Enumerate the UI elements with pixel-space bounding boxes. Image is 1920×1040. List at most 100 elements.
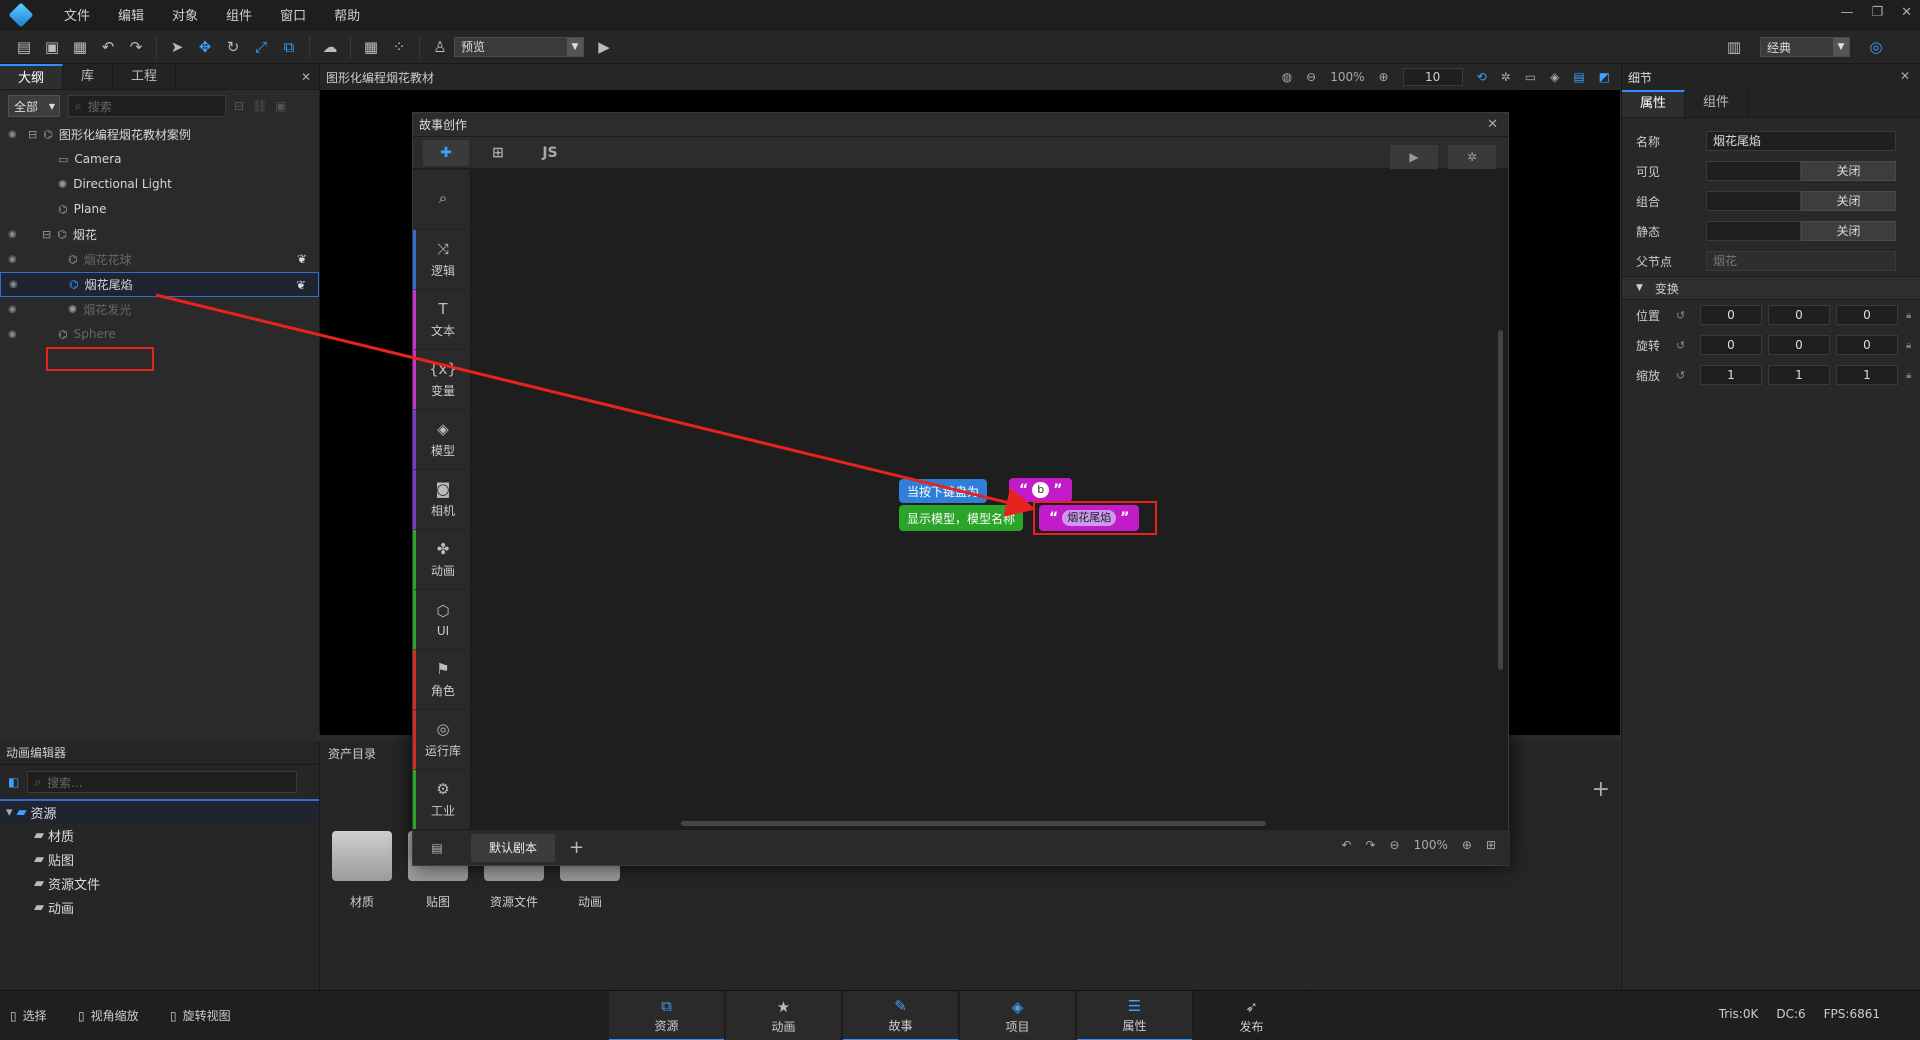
tree-row-plane[interactable]: ⌬ Plane	[0, 197, 319, 222]
add-script-icon[interactable]: +	[569, 837, 584, 858]
bottom-tab-resources[interactable]: ⧉ 资源	[609, 991, 725, 1040]
move-tool-icon[interactable]: ✥	[191, 34, 219, 60]
transform-section-header[interactable]: ▼ 变换	[1622, 276, 1920, 300]
toggle-off-segment[interactable]: 关闭	[1801, 221, 1896, 241]
lock-icon[interactable]: 🔒︎	[1906, 340, 1911, 351]
palette-industry[interactable]: ⚙ 工业	[413, 770, 470, 830]
palette-ui[interactable]: ⬡ UI	[413, 590, 470, 650]
close-icon[interactable]: ✕	[301, 64, 319, 89]
menu-component[interactable]: 组件	[226, 5, 252, 24]
tree-row-firework-tail[interactable]: ◉ ⌬ 烟花尾焰 ❦	[0, 272, 319, 297]
play-icon[interactable]: ▶	[590, 34, 618, 60]
horizontal-scrollbar[interactable]	[681, 821, 1266, 826]
grid-icon[interactable]: ▦	[357, 34, 385, 60]
lock-icon[interactable]: 🔒︎	[1906, 310, 1911, 321]
reset-icon[interactable]: ↺	[1676, 309, 1700, 322]
rotation-z-input[interactable]: 0	[1836, 335, 1898, 355]
debug-icon[interactable]: ✲	[1448, 145, 1496, 169]
layer-icon[interactable]: ▤	[1573, 70, 1584, 84]
script-tab-default[interactable]: 默认剧本	[471, 833, 556, 862]
scale-z-input[interactable]: 1	[1836, 365, 1898, 385]
collapse-toggle-icon[interactable]: ⊟	[42, 228, 51, 241]
tree-row-root[interactable]: ◉ ⊟ ⌬ 图形化编程烟花教材案例	[0, 122, 319, 147]
tree-row-fireworks[interactable]: ◉ ⊟ ⌬ 烟花	[0, 222, 319, 247]
zoom-in-icon[interactable]: ⊕	[1462, 838, 1472, 852]
select-tool-icon[interactable]: ➤	[163, 34, 191, 60]
bottom-tab-project[interactable]: ◈ 项目	[960, 991, 1076, 1040]
palette-character[interactable]: ⚑ 角色	[413, 650, 470, 710]
visibility-eye-icon[interactable]: ◉	[8, 129, 17, 140]
rotation-x-input[interactable]: 0	[1700, 335, 1762, 355]
restore-icon[interactable]: ❐	[1871, 5, 1883, 20]
gear-icon[interactable]: ✲	[1501, 70, 1511, 84]
gizmo-icon[interactable]: ◩	[1599, 70, 1610, 84]
lock-icon[interactable]: 🔒︎	[1906, 370, 1911, 381]
zoom-out-icon[interactable]: ⊖	[1306, 70, 1316, 84]
menu-file[interactable]: 文件	[64, 5, 90, 24]
tree-row-camera[interactable]: ▭ Camera	[0, 147, 319, 172]
redo-icon[interactable]: ↷	[1365, 838, 1375, 852]
add-icon[interactable]: +	[1592, 777, 1610, 802]
palette-logic[interactable]: ⤨ 逻辑	[413, 230, 470, 290]
scale-tool-icon[interactable]: ⤢	[247, 34, 275, 60]
bottom-tab-story[interactable]: ✎ 故事	[843, 991, 959, 1040]
tree-row-firework-glow[interactable]: ◉ ✺ 烟花发光	[0, 297, 319, 322]
mode-view-zoom[interactable]: ▯ 视角缩放	[78, 1007, 139, 1024]
block-workspace[interactable]: 当按下键盘为 “ b ” 显示模型，模型名称 “ 烟花尾焰 ”	[471, 170, 1508, 830]
asset-folder-materials[interactable]: 材质	[332, 831, 392, 910]
visible-toggle[interactable]: 关闭	[1706, 161, 1896, 181]
camera-icon[interactable]: ▭	[1525, 70, 1536, 84]
palette-text[interactable]: T 文本	[413, 290, 470, 350]
toggle-on-segment[interactable]	[1706, 191, 1801, 211]
name-input[interactable]: 烟花尾焰	[1706, 131, 1896, 151]
redo-icon[interactable]: ↷	[122, 34, 150, 60]
visibility-eye-icon[interactable]: ◉	[8, 329, 17, 340]
palette-model[interactable]: ◈ 模型	[413, 410, 470, 470]
preview-mode-select[interactable]: 预览 ▼	[454, 36, 584, 57]
outline-filter-select[interactable]: 全部 ▼	[8, 95, 60, 117]
grid-size-input[interactable]: 10	[1402, 68, 1463, 86]
dots-grid-icon[interactable]: ⁘	[385, 34, 413, 60]
show-model-block[interactable]: 显示模型，模型名称	[899, 505, 1024, 531]
bottom-tab-properties[interactable]: ☰ 属性	[1077, 991, 1193, 1040]
tab-project[interactable]: 工程	[113, 64, 177, 89]
fit-icon[interactable]: ⊞	[1486, 838, 1496, 852]
undo-icon[interactable]: ↶	[1341, 838, 1351, 852]
close-icon[interactable]: ✕	[1901, 5, 1912, 20]
run-icon[interactable]: ▶	[1390, 145, 1438, 169]
tab-js[interactable]: JS	[527, 140, 573, 166]
vertical-scrollbar[interactable]	[1498, 330, 1503, 670]
visibility-eye-icon[interactable]: ◉	[8, 304, 17, 315]
style-mode-select[interactable]: 经典 ▼	[1760, 37, 1850, 57]
collapse-icon[interactable]: ⊟	[234, 99, 244, 113]
blocks-tab-icon[interactable]: ✚	[423, 139, 469, 166]
toggle-off-segment[interactable]: 关闭	[1801, 191, 1896, 211]
menu-edit[interactable]: 编辑	[118, 5, 144, 24]
mode-select[interactable]: ▯ 选择	[10, 1007, 47, 1024]
scale-x-input[interactable]: 1	[1700, 365, 1762, 385]
position-z-input[interactable]: 0	[1836, 305, 1898, 325]
panel-toggle-icon[interactable]: ◧	[8, 775, 19, 789]
settings-icon[interactable]: ▣	[275, 99, 286, 113]
zoom-in-icon[interactable]: ⊕	[1379, 70, 1389, 84]
collapse-toggle-icon[interactable]: ⊟	[28, 128, 37, 141]
palette-search[interactable]: ⌕	[413, 170, 470, 230]
toggle-off-segment[interactable]: 关闭	[1801, 161, 1896, 181]
shading-icon[interactable]: ◍	[1282, 70, 1292, 84]
link-icon[interactable]: ⛓	[252, 99, 267, 113]
undo-icon[interactable]: ↶	[94, 34, 122, 60]
scale-y-input[interactable]: 1	[1768, 365, 1830, 385]
group-toggle[interactable]: 关闭	[1706, 191, 1896, 211]
position-x-input[interactable]: 0	[1700, 305, 1762, 325]
local-transform-icon[interactable]: ⧉	[275, 34, 303, 60]
zoom-out-icon[interactable]: ⊖	[1390, 838, 1400, 852]
menu-window[interactable]: 窗口	[280, 5, 306, 24]
cloud-icon[interactable]: ☁	[316, 34, 344, 60]
position-y-input[interactable]: 0	[1768, 305, 1830, 325]
toggle-on-segment[interactable]	[1706, 161, 1801, 181]
tree-row-directional-light[interactable]: ✺ Directional Light	[0, 172, 319, 197]
visibility-eye-icon[interactable]: ◉	[9, 279, 18, 290]
mode-rotate-view[interactable]: ▯ 旋转视图	[170, 1007, 231, 1024]
reset-icon[interactable]: ↺	[1676, 339, 1700, 352]
toggle-on-segment[interactable]	[1706, 221, 1801, 241]
